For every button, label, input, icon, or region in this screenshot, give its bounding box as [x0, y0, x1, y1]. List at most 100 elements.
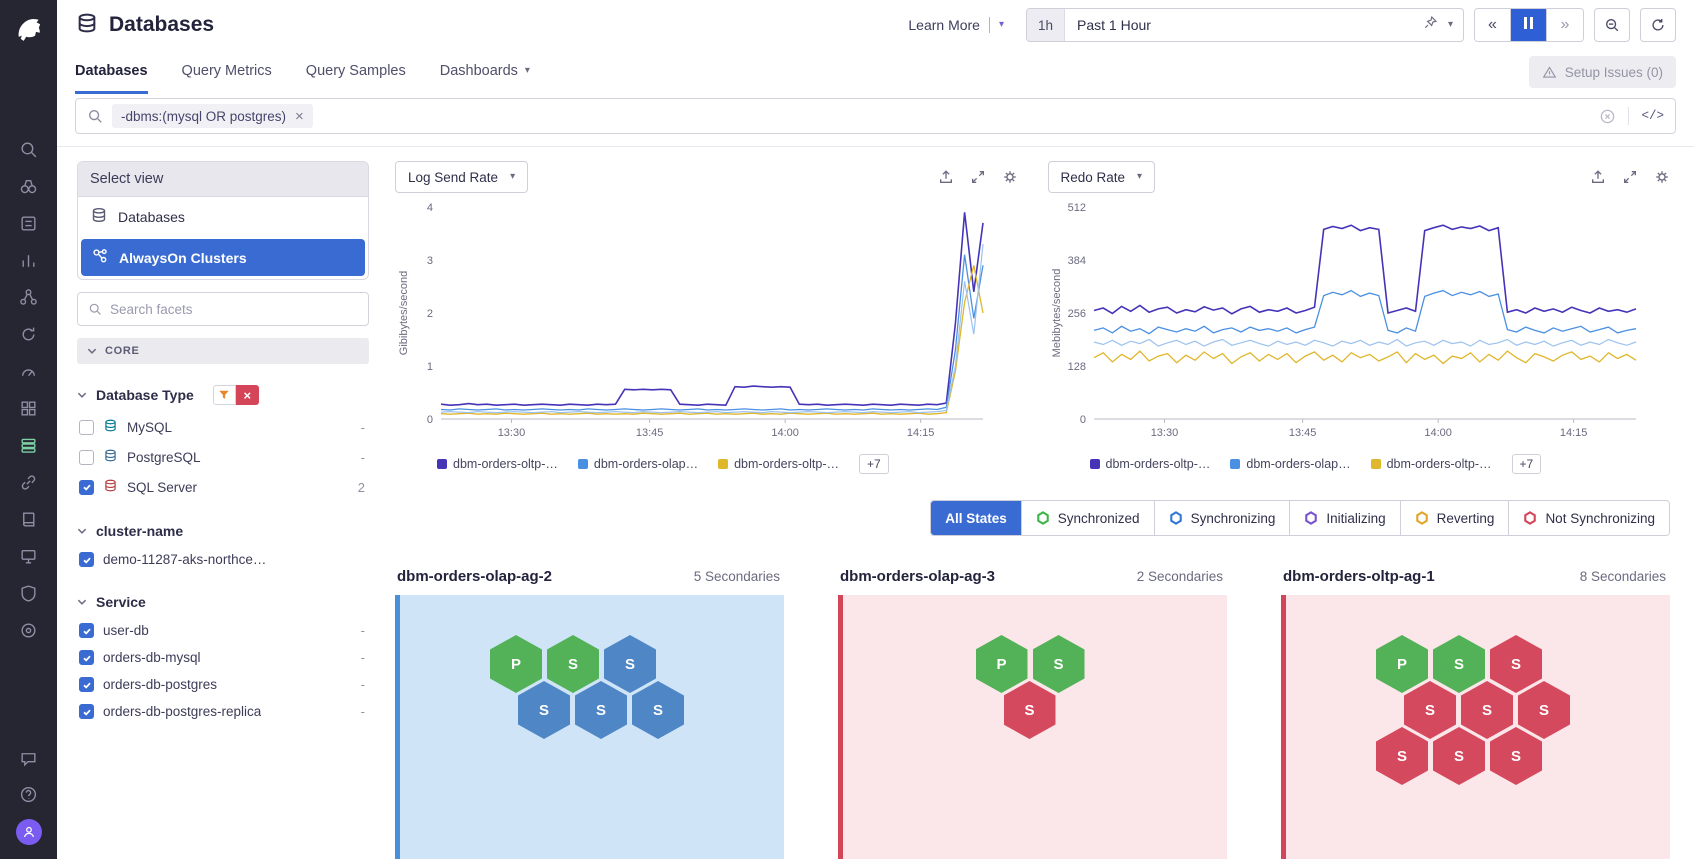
facet-item-sql-server[interactable]: SQL Server2 — [77, 472, 369, 502]
state-filter-initializing[interactable]: Initializing — [1289, 501, 1399, 535]
chevron-down-icon: ▾ — [999, 20, 1004, 30]
state-filter-synchronizing[interactable]: Synchronizing — [1154, 501, 1290, 535]
user-avatar[interactable] — [16, 819, 42, 845]
secondary-replica-hex[interactable]: S — [632, 681, 684, 739]
gear-icon[interactable] — [1002, 169, 1018, 185]
checkbox[interactable] — [79, 450, 94, 465]
service-map-icon[interactable] — [18, 471, 40, 493]
legend-item[interactable]: dbm-orders-oltp-… — [1371, 457, 1492, 471]
expand-icon[interactable] — [1622, 169, 1638, 185]
metric-selector-log-send-rate[interactable]: Log Send Rate▾ — [395, 161, 528, 193]
secondary-replica-hex[interactable]: S — [1004, 681, 1056, 739]
checkbox[interactable] — [79, 677, 94, 692]
synthetics-icon[interactable] — [18, 323, 40, 345]
secondary-replica-hex[interactable]: S — [1433, 727, 1485, 785]
logs-icon[interactable] — [18, 212, 40, 234]
facet-item-postgresql[interactable]: PostgreSQL- — [77, 442, 369, 472]
forward-button[interactable]: » — [1547, 9, 1583, 41]
export-icon[interactable] — [938, 169, 954, 185]
secondary-replica-hex[interactable]: S — [1376, 727, 1428, 785]
state-filter-not-synchronizing[interactable]: Not Synchronizing — [1508, 501, 1669, 535]
pause-button[interactable] — [1511, 9, 1547, 41]
legend-item[interactable]: dbm-orders-oltp-… — [1090, 457, 1211, 471]
remove-chip-icon[interactable]: × — [295, 109, 304, 124]
chat-icon[interactable] — [18, 747, 40, 769]
monitors-icon[interactable] — [18, 545, 40, 567]
legend-item[interactable]: dbm-orders-oltp-… — [437, 457, 558, 471]
refresh-button[interactable] — [1640, 8, 1676, 42]
facet-item-orders-db-postgres[interactable]: orders-db-postgres- — [77, 671, 369, 698]
secondary-replica-hex[interactable]: S — [1490, 727, 1542, 785]
processes-icon[interactable] — [18, 286, 40, 308]
checkbox[interactable] — [79, 420, 94, 435]
facet-search-input[interactable] — [110, 302, 358, 317]
secondary-replica-hex[interactable]: S — [575, 681, 627, 739]
facet-item-orders-db-postgres-replica[interactable]: orders-db-postgres-replica- — [77, 698, 369, 725]
legend-item[interactable]: dbm-orders-olap… — [578, 457, 698, 471]
learn-more-menu[interactable]: Learn More ▾ — [908, 17, 1004, 33]
integrations-icon[interactable] — [18, 397, 40, 419]
state-filter-reverting[interactable]: Reverting — [1400, 501, 1509, 535]
chevron-down-icon — [87, 347, 97, 355]
pin-icon[interactable] — [1423, 15, 1438, 35]
facet-filter-icon[interactable] — [213, 385, 236, 405]
tab-databases[interactable]: Databases — [75, 50, 148, 94]
view-option-databases[interactable]: Databases — [78, 197, 368, 236]
secondary-replica-hex[interactable]: S — [518, 681, 570, 739]
gear-icon[interactable] — [1654, 169, 1670, 185]
search-icon[interactable] — [18, 138, 40, 160]
facet-header-service[interactable]: Service — [77, 592, 369, 617]
search-input[interactable]: -dbms:(mysql OR postgres) × </> — [75, 98, 1676, 134]
state-filter-synchronized[interactable]: Synchronized — [1021, 501, 1154, 535]
export-icon[interactable] — [1590, 169, 1606, 185]
chevron-down-icon[interactable]: ▾ — [1448, 20, 1453, 30]
facet-item-user-db[interactable]: user-db- — [77, 617, 369, 644]
page-title: Databases — [109, 13, 214, 37]
datadog-logo-icon[interactable] — [12, 12, 46, 46]
notebooks-icon[interactable] — [18, 508, 40, 530]
tab-query-samples[interactable]: Query Samples — [306, 50, 406, 94]
security-icon[interactable] — [18, 582, 40, 604]
legend-more-button[interactable]: +7 — [859, 454, 889, 474]
metric-selector-redo-rate[interactable]: Redo Rate▾ — [1048, 161, 1156, 193]
zoom-out-button[interactable] — [1594, 8, 1630, 42]
apm-icon[interactable] — [18, 360, 40, 382]
facet-header-cluster-name[interactable]: cluster-name — [77, 521, 369, 546]
facet-header-database-type[interactable]: Database Type× — [77, 383, 369, 412]
setup-issues-button[interactable]: Setup Issues (0) — [1529, 56, 1676, 88]
checkbox[interactable] — [79, 623, 94, 638]
metrics-icon[interactable] — [18, 249, 40, 271]
cluster-card-dbm-orders-oltp-ag-1[interactable]: dbm-orders-oltp-ag-18 SecondariesPSSSSSS… — [1281, 558, 1670, 859]
databases-icon[interactable] — [18, 434, 40, 456]
checkbox[interactable] — [79, 480, 94, 495]
tab-dashboards[interactable]: Dashboards▾ — [440, 50, 530, 94]
facet-item-orders-db-mysql[interactable]: orders-db-mysql- — [77, 644, 369, 671]
help-icon[interactable] — [18, 783, 40, 805]
checkbox[interactable] — [79, 650, 94, 665]
facet-item-mysql[interactable]: MySQL- — [77, 412, 369, 442]
rewind-button[interactable]: « — [1475, 9, 1511, 41]
facet-clear-button[interactable]: × — [236, 385, 259, 405]
facet-search-box[interactable] — [77, 292, 369, 326]
time-range-picker[interactable]: 1h Past 1 Hour ▾ — [1026, 8, 1464, 42]
core-section-header[interactable]: CORE — [77, 338, 369, 364]
query-syntax-icon[interactable]: </> — [1641, 109, 1664, 123]
legend-item[interactable]: dbm-orders-olap… — [1230, 457, 1350, 471]
checkbox[interactable] — [79, 552, 94, 567]
filter-chip[interactable]: -dbms:(mysql OR postgres) × — [112, 104, 313, 128]
legend-item[interactable]: dbm-orders-oltp-… — [718, 457, 839, 471]
facet-item-demo-11287-aks-northce[interactable]: demo-11287-aks-northce… — [77, 546, 369, 573]
select-view-box: Select view DatabasesAlwaysOn Clusters — [77, 161, 369, 280]
watchdog-icon[interactable] — [18, 175, 40, 197]
ci-icon[interactable] — [18, 619, 40, 641]
line-chart-redo-rate: 012825638451213:3013:4514:0014:15Mebibyt… — [1048, 195, 1648, 447]
expand-icon[interactable] — [970, 169, 986, 185]
cluster-card-dbm-orders-olap-ag-3[interactable]: dbm-orders-olap-ag-32 SecondariesPSS — [838, 558, 1227, 859]
clear-search-icon[interactable] — [1599, 108, 1616, 125]
cluster-card-dbm-orders-olap-ag-2[interactable]: dbm-orders-olap-ag-25 SecondariesPSSSSS — [395, 558, 784, 859]
checkbox[interactable] — [79, 704, 94, 719]
view-option-alwayson-clusters[interactable]: AlwaysOn Clusters — [81, 239, 365, 276]
state-filter-all-states[interactable]: All States — [931, 501, 1021, 535]
tab-query-metrics[interactable]: Query Metrics — [182, 50, 272, 94]
legend-more-button[interactable]: +7 — [1512, 454, 1542, 474]
